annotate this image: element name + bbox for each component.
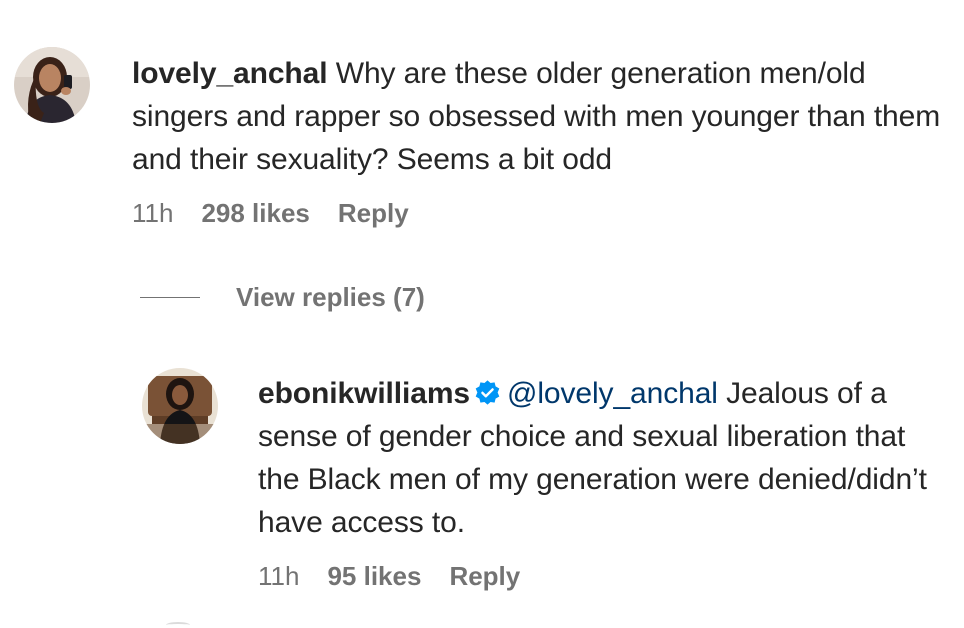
comment-meta: 11h 298 likes Reply — [132, 198, 409, 229]
next-avatar-edge — [166, 622, 190, 628]
reply-username[interactable]: ebonikwilliams — [258, 377, 470, 410]
view-replies-label: View replies (7) — [236, 282, 425, 312]
comment-timestamp[interactable]: 11h — [132, 198, 173, 229]
reply-button[interactable]: Reply — [449, 561, 520, 592]
avatar-photo-icon — [14, 47, 90, 123]
mention-link[interactable]: @lovely_anchal — [507, 377, 718, 410]
reply-meta: 11h 95 likes Reply — [258, 561, 520, 592]
view-replies-button[interactable]: View replies (7) — [140, 282, 425, 313]
verified-badge-icon — [475, 380, 500, 405]
comment-username[interactable]: lovely_anchal — [132, 57, 328, 90]
reply-timestamp[interactable]: 11h — [258, 561, 299, 592]
reply-likes-count[interactable]: 95 likes — [327, 561, 421, 592]
view-replies-divider — [140, 297, 200, 298]
replier-avatar[interactable] — [142, 368, 218, 444]
avatar-photo-icon — [142, 368, 218, 444]
reply-button[interactable]: Reply — [338, 198, 409, 229]
comment-likes-count[interactable]: 298 likes — [201, 198, 309, 229]
commenter-avatar[interactable] — [14, 47, 90, 123]
comment-body: lovely_anchal Why are these older genera… — [132, 52, 952, 181]
reply-body: ebonikwilliams @lovely_anchal Jealous of… — [258, 372, 948, 544]
